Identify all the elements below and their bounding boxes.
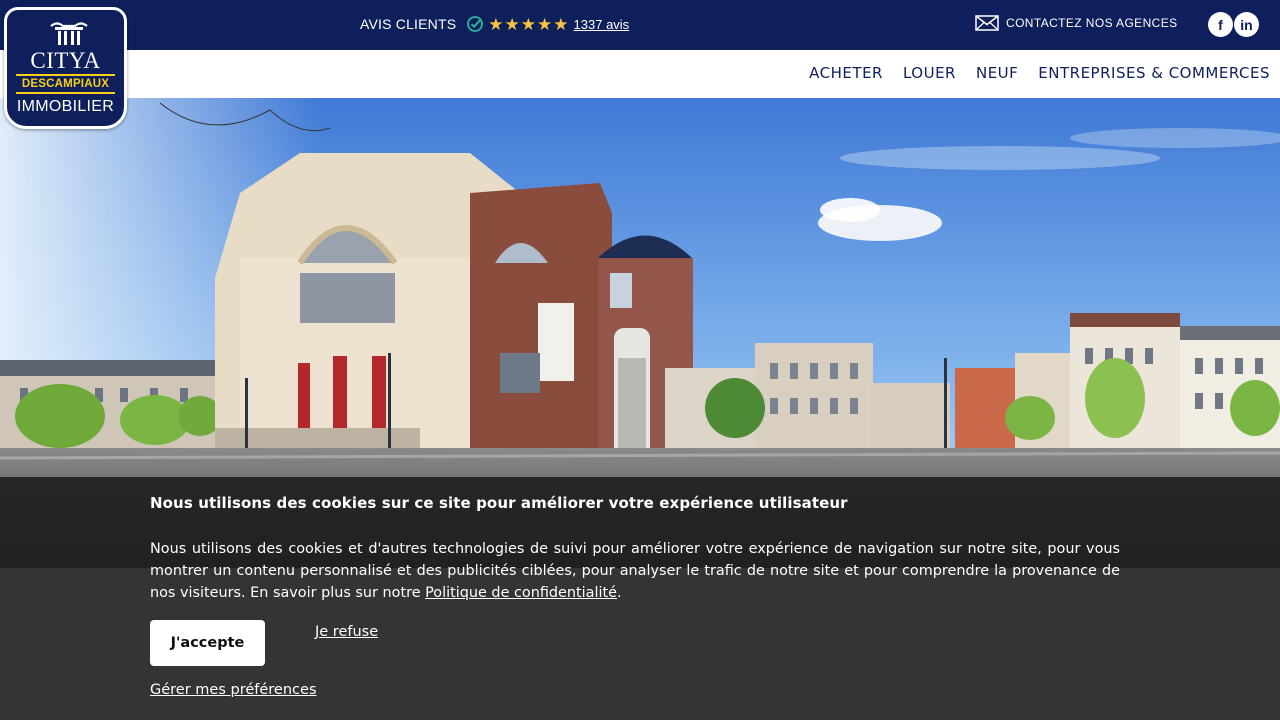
- star-icon: ★: [537, 14, 553, 34]
- social-links: f in: [1208, 12, 1259, 37]
- reviews-label: AVIS CLIENTS: [360, 16, 457, 32]
- accept-cookies-button[interactable]: J'accepte: [150, 620, 265, 666]
- star-icon: ★: [488, 14, 504, 34]
- main-nav-bar: ACHETER LOUER NEUF ENTREPRISES & COMMERC…: [0, 50, 1280, 98]
- star-icon: ★: [520, 14, 537, 34]
- refuse-cookies-link[interactable]: Je refuse: [315, 624, 378, 640]
- manage-preferences-link[interactable]: Gérer mes préférences: [150, 682, 317, 698]
- contact-label: CONTACTEZ NOS AGENCES: [1006, 16, 1178, 30]
- nav-item-neuf[interactable]: NEUF: [976, 64, 1018, 82]
- cookie-banner: Nous utilisons des cookies sur ce site p…: [0, 477, 1280, 720]
- envelope-icon: [975, 15, 999, 31]
- citya-logo[interactable]: CITYA DESCAMPIAUX IMMOBILIER: [4, 7, 127, 129]
- cookie-body-text: Nous utilisons des cookies et d'autres t…: [150, 541, 1120, 601]
- nav-item-acheter[interactable]: ACHETER: [809, 64, 883, 82]
- star-icon: ★: [504, 14, 520, 34]
- logo-tagline: IMMOBILIER: [16, 98, 115, 115]
- verified-check-icon: [467, 16, 484, 32]
- privacy-policy-link[interactable]: Politique de confidentialité: [425, 585, 617, 601]
- contact-agencies-link[interactable]: CONTACTEZ NOS AGENCES: [975, 15, 1178, 31]
- main-nav: ACHETER LOUER NEUF ENTREPRISES & COMMERC…: [809, 64, 1270, 82]
- cookie-body-end: .: [616, 585, 622, 601]
- logo-brand: CITYA: [30, 48, 101, 73]
- cookie-title: Nous utilisons des cookies sur ce site p…: [150, 494, 848, 512]
- column-icon: [50, 22, 88, 45]
- customer-reviews: AVIS CLIENTS ★ ★ ★ ★ ★ 1337 avis: [360, 12, 629, 36]
- cookie-body: Nous utilisons des cookies et d'autres t…: [150, 538, 1120, 604]
- linkedin-icon[interactable]: in: [1234, 12, 1259, 37]
- reviews-count-link[interactable]: 1337 avis: [574, 17, 630, 32]
- nav-item-entreprises-commerces[interactable]: ENTREPRISES & COMMERCES: [1038, 64, 1270, 82]
- star-icon: ★: [553, 14, 569, 34]
- logo-subtitle: DESCAMPIAUX: [16, 74, 115, 94]
- facebook-icon[interactable]: f: [1208, 12, 1233, 37]
- nav-item-louer[interactable]: LOUER: [903, 64, 956, 82]
- top-bar: AVIS CLIENTS ★ ★ ★ ★ ★ 1337 avis CONTACT…: [0, 0, 1280, 50]
